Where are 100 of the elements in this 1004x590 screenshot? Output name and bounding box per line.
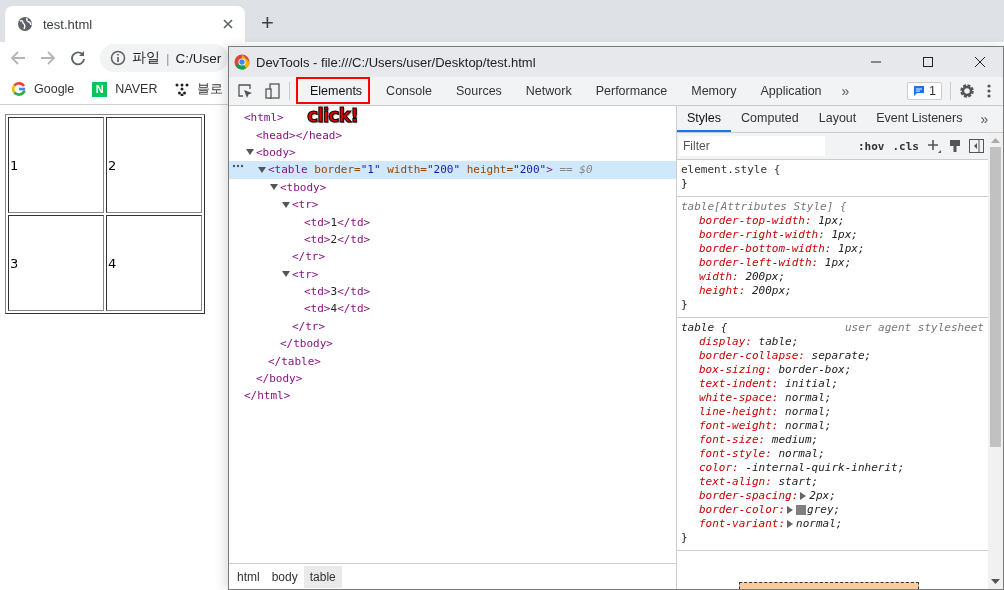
table-cell: 1	[8, 117, 104, 213]
rule-source: user agent stylesheet	[844, 321, 984, 335]
dots-icon	[175, 82, 190, 96]
sidebar-tab[interactable]: Layout	[808, 106, 867, 132]
new-tab-button[interactable]: +	[255, 10, 280, 42]
dom-node-line[interactable]: <td>3</td>	[229, 282, 371, 301]
dom-node-line[interactable]: <tr>	[229, 195, 319, 214]
css-property[interactable]: font-variant: normal;	[681, 517, 984, 531]
color-swatch[interactable]	[796, 505, 807, 515]
css-property[interactable]: color: -internal-quirk-inherit;	[681, 461, 984, 475]
css-property[interactable]: font-style: normal;	[681, 447, 984, 461]
app-icon	[234, 54, 250, 70]
close-icon[interactable]	[223, 19, 233, 29]
dom-node-line[interactable]: <td>4</td>	[229, 300, 371, 318]
table-cell: 3	[8, 215, 104, 311]
css-property[interactable]: border-spacing: 2px;	[681, 489, 984, 503]
breadcrumb[interactable]: html	[231, 565, 266, 588]
closing-brace: }	[681, 531, 689, 545]
css-property[interactable]: line-height: normal;	[681, 405, 984, 419]
panel-tab[interactable]: Performance	[583, 77, 680, 105]
css-property[interactable]: border-color: grey;	[681, 503, 984, 517]
dom-node-line[interactable]: </tr>	[229, 248, 326, 266]
breadcrumb[interactable]: table	[303, 565, 342, 588]
device-icon[interactable]	[265, 83, 281, 99]
window-title: DevTools - file:///C:/Users/user/Desktop/test.html	[256, 54, 537, 70]
dom-node-line[interactable]: <body>	[229, 143, 296, 162]
filter-field[interactable]: Filter	[679, 136, 825, 156]
breadcrumb[interactable]: body	[265, 565, 304, 588]
dom-node-line[interactable]: </table>	[229, 352, 321, 370]
hov-button[interactable]: :hov	[858, 139, 885, 153]
css-property[interactable]: border-right-width: 1px;	[681, 228, 984, 242]
more-icon[interactable]	[232, 164, 244, 169]
dom-node-line[interactable]: <head></head>	[229, 126, 343, 144]
more-icon[interactable]	[987, 83, 991, 99]
dom-node-line[interactable]: </body>	[229, 369, 303, 388]
inspect-icon[interactable]	[237, 83, 253, 99]
separator: |	[166, 50, 170, 66]
dom-node-line[interactable]: <td>2</td>	[229, 230, 371, 249]
css-property[interactable]: text-align: start;	[681, 475, 984, 489]
css-property[interactable]: font-size: medium;	[681, 433, 984, 447]
table-cell: 2	[106, 117, 202, 213]
panel-tab[interactable]: Application	[748, 77, 834, 105]
expand-arrow-icon[interactable]	[270, 183, 278, 192]
expand-arrow-icon[interactable]	[258, 165, 266, 174]
css-property[interactable]: border-bottom-width: 1px;	[681, 242, 984, 256]
dom-node-line[interactable]: <html>	[229, 109, 284, 127]
tab-title: test.html	[43, 16, 94, 32]
panel-tab[interactable]: Elements	[298, 77, 375, 105]
cls-button[interactable]: .cls	[892, 139, 919, 153]
sidebar-toggle-icon[interactable]	[969, 139, 984, 153]
dom-node-line[interactable]: <tr>	[229, 265, 319, 283]
expand-arrow-icon[interactable]	[800, 492, 807, 500]
css-property[interactable]: text-indent: initial;	[681, 377, 984, 391]
css-property[interactable]: height: 200px;	[681, 284, 984, 298]
address-bar[interactable]: 파일 | C:/User	[100, 44, 228, 72]
bookmark-link[interactable]: 블로	[175, 80, 224, 98]
scroll-down-icon[interactable]	[991, 579, 1000, 585]
css-property[interactable]: border-collapse: separate;	[681, 349, 984, 363]
bookmark-link[interactable]: Google	[12, 82, 75, 96]
panel-tab[interactable]: Console	[374, 77, 444, 105]
more-tabs-button[interactable]: »	[972, 106, 997, 132]
expand-arrow-icon[interactable]	[282, 270, 290, 279]
globe-icon	[17, 16, 33, 32]
closing-brace: }	[681, 177, 689, 191]
dom-node-line[interactable]: <td>1</td>	[229, 213, 371, 231]
css-property[interactable]: white-space: normal;	[681, 391, 984, 405]
table-cell: 4	[106, 215, 202, 311]
info-icon[interactable]	[110, 50, 126, 66]
css-selector: element.style {	[681, 163, 781, 177]
css-selector: table {	[681, 321, 728, 335]
scrollbar[interactable]	[988, 133, 1003, 589]
bookmark-link[interactable]: N NAVER	[92, 81, 158, 97]
sidebar-tab[interactable]: Computed	[731, 106, 809, 132]
scheme-label: 파일	[132, 49, 160, 67]
add-icon[interactable]	[927, 139, 941, 153]
css-property[interactable]: box-sizing: border-box;	[681, 363, 984, 377]
expand-arrow-icon[interactable]	[246, 148, 254, 157]
css-property[interactable]: font-weight: normal;	[681, 419, 984, 433]
sidebar-tab[interactable]: Event Listeners	[866, 106, 973, 132]
panel-tab[interactable]: Sources	[444, 77, 514, 105]
dom-node-line[interactable]: </tbody>	[229, 335, 333, 353]
expand-arrow-icon[interactable]	[282, 200, 290, 209]
panel-tab[interactable]: Network	[513, 77, 584, 105]
colorful-ring-icon	[12, 82, 26, 96]
more-tabs-button[interactable]: »	[833, 83, 858, 99]
settings-icon[interactable]	[959, 83, 975, 99]
browser-tab[interactable]: test.html	[5, 6, 245, 42]
css-property[interactable]: width: 200px;	[681, 270, 984, 284]
css-property[interactable]: display: table;	[681, 335, 984, 349]
expand-arrow-icon[interactable]	[787, 520, 794, 528]
reload-icon[interactable]	[70, 50, 86, 66]
dom-node-line[interactable]: </tr>	[229, 317, 326, 336]
dom-node-line[interactable]: </html>	[229, 387, 291, 405]
expand-arrow-icon[interactable]	[787, 506, 794, 514]
dom-node-line[interactable]: <tbody>	[229, 178, 327, 196]
panel-tab[interactable]: Memory	[679, 77, 749, 105]
issues-button[interactable]: 1	[907, 82, 942, 100]
css-property[interactable]: border-top-width: 1px;	[681, 214, 984, 228]
css-property[interactable]: border-left-width: 1px;	[681, 256, 984, 270]
paint-icon[interactable]	[949, 139, 961, 153]
